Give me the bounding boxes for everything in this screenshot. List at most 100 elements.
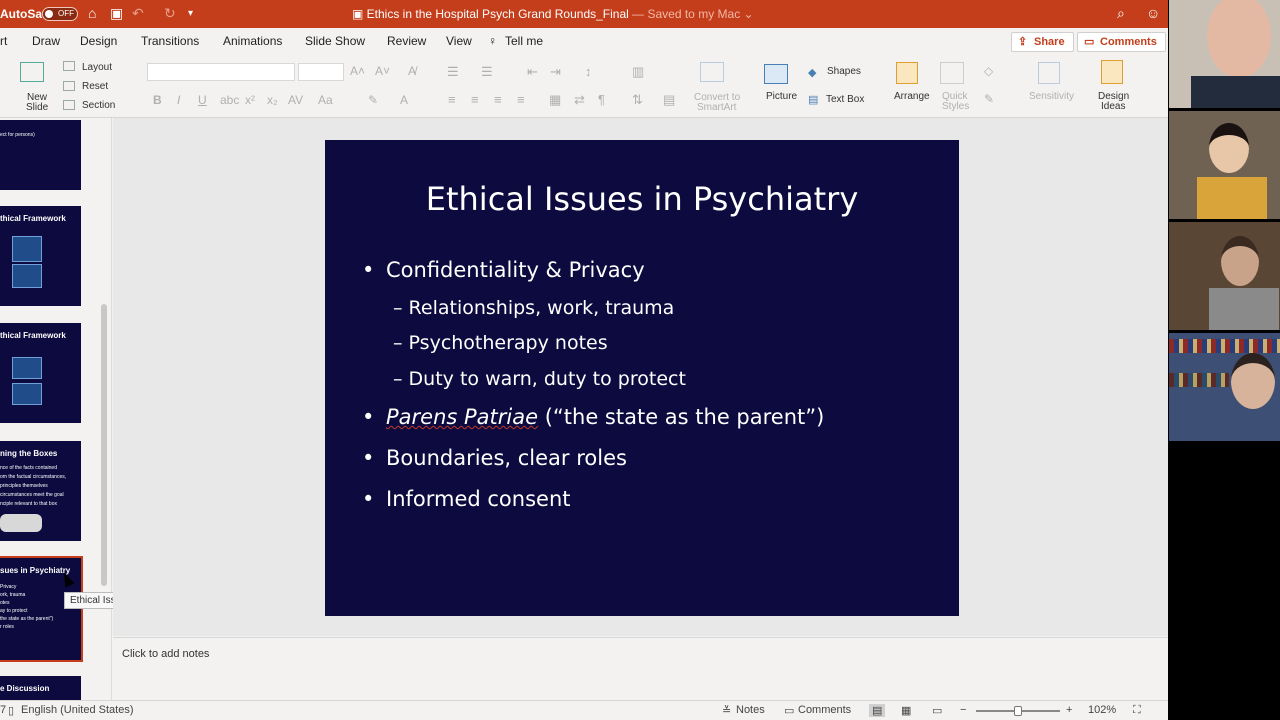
comments-status-button[interactable]: Comments (798, 704, 851, 716)
layout-button[interactable]: Layout (82, 62, 112, 73)
shapes-button[interactable]: Shapes (827, 66, 861, 77)
align-center-icon[interactable]: ≡ (471, 92, 479, 107)
notes-placeholder[interactable]: Click to add notes (122, 648, 209, 660)
change-case-icon[interactable]: Aa (318, 93, 333, 107)
notes-pane[interactable]: Click to add notes (113, 637, 1168, 699)
align-text-icon[interactable]: ⇅ (632, 92, 643, 108)
smartart-icon[interactable] (700, 62, 724, 82)
slide-thumbnail[interactable]: thical Framework (0, 323, 81, 423)
slide-thumbnail[interactable]: e Discussion (0, 676, 81, 700)
sensitivity-button[interactable]: Sensitivity (1029, 91, 1074, 102)
customize-toolbar-icon[interactable]: ▾ (188, 8, 193, 19)
text-direction-icon[interactable]: ⇄ (574, 92, 585, 108)
reset-button[interactable]: Reset (82, 81, 108, 92)
text-box-columns-icon[interactable]: ▦ (549, 92, 561, 108)
redo-icon[interactable]: ↻ (164, 5, 176, 22)
undo-icon[interactable]: ↶ (132, 5, 144, 22)
autosave-toggle[interactable]: OFF (42, 7, 78, 21)
subscript-icon[interactable]: x₂ (267, 93, 278, 107)
reading-view-icon[interactable]: ▭ (932, 704, 942, 717)
bullet-parens-patriae[interactable]: • Parens Patriae (“the state as the paren… (362, 405, 824, 429)
slide-title[interactable]: Ethical Issues in Psychiatry (325, 180, 959, 218)
tell-me-search[interactable]: Tell me (505, 34, 543, 48)
tab-insert[interactable]: rt (0, 34, 7, 48)
sub-bullet-duty-to-warn[interactable]: – Duty to warn, duty to protect (393, 368, 686, 390)
slide-thumbnail[interactable]: thical Framework (0, 206, 81, 306)
thumbnail-title: e Discussion (0, 684, 50, 693)
proofing-icon[interactable]: ▯ (8, 704, 14, 717)
comments-button[interactable]: ▭ Comments (1077, 32, 1166, 52)
align-right-icon[interactable]: ≡ (494, 92, 502, 107)
section-button[interactable]: Section (82, 100, 115, 111)
arrange-icon[interactable] (896, 62, 918, 84)
normal-view-icon[interactable]: ▤ (869, 704, 886, 717)
quick-styles-label-2[interactable]: Styles (942, 101, 969, 112)
text-box-button[interactable]: Text Box (826, 94, 864, 105)
align-left-icon[interactable]: ≡ (448, 92, 456, 107)
sub-bullet-relationships[interactable]: – Relationships, work, trauma (393, 297, 674, 319)
justify-icon[interactable]: ≡ (517, 92, 525, 107)
clear-format-icon[interactable]: A̸ (408, 64, 416, 78)
slide-thumbnail[interactable]: ect for persons) (0, 120, 81, 190)
bullet-informed-consent[interactable]: • Informed consent (362, 487, 571, 511)
tab-view[interactable]: View (446, 34, 472, 48)
underline-icon[interactable]: U (198, 93, 207, 107)
notes-button[interactable]: Notes (736, 704, 765, 716)
vertical-align-icon[interactable]: ▤ (663, 92, 675, 108)
decrease-indent-icon[interactable]: ⇤ (527, 64, 538, 80)
superscript-icon[interactable]: x² (245, 93, 255, 107)
fit-to-window-icon[interactable]: ⛶ (1133, 704, 1141, 717)
highlight-icon[interactable]: ✎ (368, 93, 378, 107)
strikethrough-icon[interactable]: abc (220, 93, 239, 107)
thumbnail-scrollbar[interactable] (101, 304, 107, 586)
tab-review[interactable]: Review (387, 34, 426, 48)
shape-outline-icon[interactable]: ✎ (984, 92, 994, 106)
character-spacing-icon[interactable]: AV (288, 93, 303, 107)
increase-font-icon[interactable]: A˄ (350, 64, 365, 78)
bullet-confidentiality[interactable]: • Confidentiality & Privacy (362, 258, 645, 282)
bullets-icon[interactable]: ☰ (447, 64, 459, 80)
convert-smartart-label-2[interactable]: SmartArt (697, 102, 736, 113)
shape-fill-icon[interactable]: ◇ (984, 64, 993, 78)
sub-bullet-psychotherapy-notes[interactable]: – Psychotherapy notes (393, 332, 608, 354)
bold-icon[interactable]: B (153, 93, 162, 107)
tab-transitions[interactable]: Transitions (141, 34, 199, 48)
search-icon[interactable]: ⌕ (1117, 5, 1125, 22)
arrange-button[interactable]: Arrange (894, 91, 930, 102)
font-size-select[interactable] (298, 63, 344, 81)
picture-button[interactable]: Picture (766, 91, 797, 102)
share-button[interactable]: ⇪ Share (1011, 32, 1074, 52)
current-slide[interactable]: Ethical Issues in Psychiatry • Confidenti… (325, 140, 959, 616)
language-status[interactable]: English (United States) (21, 704, 134, 716)
tab-design[interactable]: Design (80, 34, 117, 48)
zoom-out-icon[interactable]: − (960, 704, 966, 716)
tab-draw[interactable]: Draw (32, 34, 60, 48)
quick-styles-icon[interactable] (940, 62, 964, 84)
account-icon[interactable]: ☺ (1146, 5, 1160, 21)
zoom-level[interactable]: 102% (1088, 704, 1116, 716)
columns-icon[interactable]: ▥ (632, 64, 644, 80)
bullet-boundaries[interactable]: • Boundaries, clear roles (362, 446, 627, 470)
new-slide-label-2[interactable]: Slide (26, 102, 48, 113)
design-ideas-label-2[interactable]: Ideas (1101, 101, 1125, 112)
zoom-in-icon[interactable]: + (1066, 704, 1072, 716)
zoom-slider-thumb[interactable] (1014, 706, 1022, 716)
tab-animations[interactable]: Animations (223, 34, 282, 48)
font-color-icon[interactable]: A (400, 93, 408, 107)
slide-sorter-icon[interactable]: ▦ (901, 704, 911, 717)
numbering-icon[interactable]: ☰ (481, 64, 493, 80)
save-icon[interactable]: ▣ (110, 5, 123, 22)
font-family-select[interactable] (147, 63, 295, 81)
decrease-font-icon[interactable]: A˅ (375, 64, 390, 78)
line-spacing-icon[interactable]: ↕ (585, 64, 592, 79)
italic-icon[interactable]: I (177, 93, 180, 107)
design-ideas-icon[interactable] (1101, 60, 1123, 84)
increase-indent-icon[interactable]: ⇥ (550, 64, 561, 80)
home-icon[interactable]: ⌂ (88, 5, 96, 21)
slide-thumbnail[interactable]: ning the Boxes nce of the facts containe… (0, 441, 81, 541)
picture-icon[interactable] (764, 64, 788, 84)
new-slide-icon[interactable] (20, 62, 44, 82)
sensitivity-icon[interactable] (1038, 62, 1060, 84)
tab-slide-show[interactable]: Slide Show (305, 34, 365, 48)
rtl-icon[interactable]: ¶ (598, 92, 605, 107)
